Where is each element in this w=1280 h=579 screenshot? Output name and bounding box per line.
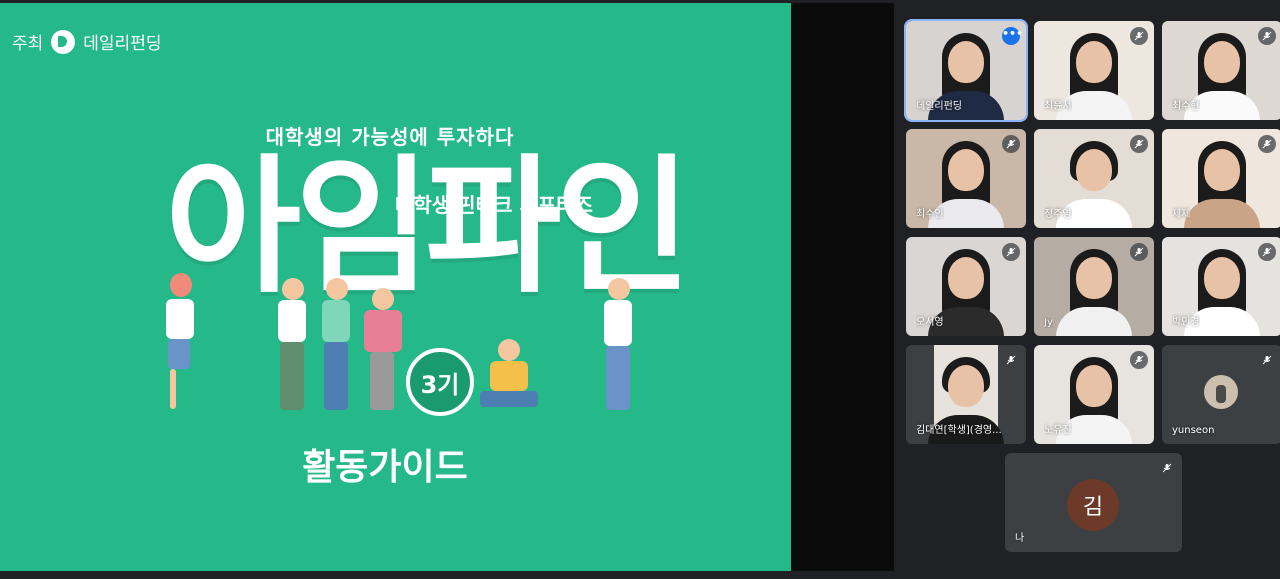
mic-off-icon xyxy=(1158,459,1176,477)
participant-tile[interactable]: 최윤서 xyxy=(1034,21,1154,120)
participant-tile[interactable]: 노유진 xyxy=(1034,345,1154,444)
mic-off-icon xyxy=(1130,27,1148,45)
avatar xyxy=(1204,375,1238,409)
participant-tile[interactable]: 오서영 xyxy=(906,237,1026,336)
illustration-person xyxy=(316,278,356,413)
illustration-person xyxy=(480,339,540,411)
organizer-label: 주최 xyxy=(12,34,44,54)
participant-name: 오서영 xyxy=(916,317,944,328)
brand-logo xyxy=(51,29,76,54)
illustration-person xyxy=(160,273,200,413)
slide-guide-title: 활동가이드 xyxy=(302,447,468,488)
participant-tile[interactable]: ••• 데일리펀딩 xyxy=(906,21,1026,120)
participant-name: 데일리펀딩 xyxy=(916,101,962,112)
participant-name: 최윤서 xyxy=(1044,101,1072,112)
participant-name: 정주영 xyxy=(1044,209,1072,220)
mic-off-icon xyxy=(1258,27,1276,45)
participant-name: 최수인 xyxy=(916,209,944,220)
participant-name: 김대연[학생](경영... xyxy=(916,425,1002,436)
season-badge: 3기 xyxy=(406,348,474,416)
participant-tile[interactable]: 제제 xyxy=(1162,129,1280,228)
participant-tile[interactable]: 김대연[학생](경영... xyxy=(906,345,1026,444)
presentation-slide: 주최 데일리펀딩 대학생의 가능성에 투자하다 아임파인 대학생 핀테크 서포터… xyxy=(0,3,791,571)
participant-name: yunseon xyxy=(1172,425,1215,436)
participant-name: 박민경 xyxy=(1172,317,1200,328)
organizer-brand: 데일리펀딩 xyxy=(83,34,162,54)
organizer: 주최 데일리펀딩 xyxy=(12,29,161,54)
presentation-letterbox xyxy=(791,3,894,571)
mic-off-icon xyxy=(1130,351,1148,369)
mic-off-icon xyxy=(1258,243,1276,261)
participant-tile[interactable]: 박민경 xyxy=(1162,237,1280,336)
participant-name: 최수현 xyxy=(1172,101,1200,112)
mic-off-icon xyxy=(1258,135,1276,153)
illustration-person xyxy=(600,278,636,413)
illustration-person xyxy=(272,278,312,413)
mic-off-icon xyxy=(1130,135,1148,153)
illustration-person xyxy=(360,288,406,413)
more-options-icon[interactable]: ••• xyxy=(1002,27,1023,45)
participant-tile[interactable]: 최수현 xyxy=(1162,21,1280,120)
mic-off-icon xyxy=(1258,351,1276,369)
participant-tile[interactable]: yunseon xyxy=(1162,345,1280,444)
participant-name: 노유진 xyxy=(1044,425,1072,436)
participant-name: 나 xyxy=(1015,533,1025,544)
self-tile[interactable]: 김 나 xyxy=(1005,453,1182,552)
mic-off-icon xyxy=(1130,243,1148,261)
participant-tile[interactable]: 정주영 xyxy=(1034,129,1154,228)
mic-off-icon xyxy=(1002,135,1020,153)
participant-tile[interactable]: 최수인 xyxy=(906,129,1026,228)
avatar: 김 xyxy=(1067,479,1119,531)
participant-name: 제제 xyxy=(1172,209,1191,220)
slide-subtitle: 대학생 핀테크 서포터즈 xyxy=(395,193,593,217)
participant-tile[interactable]: Jy xyxy=(1034,237,1154,336)
mic-off-icon xyxy=(1002,351,1020,369)
participant-name: Jy xyxy=(1044,317,1053,328)
mic-off-icon xyxy=(1002,243,1020,261)
